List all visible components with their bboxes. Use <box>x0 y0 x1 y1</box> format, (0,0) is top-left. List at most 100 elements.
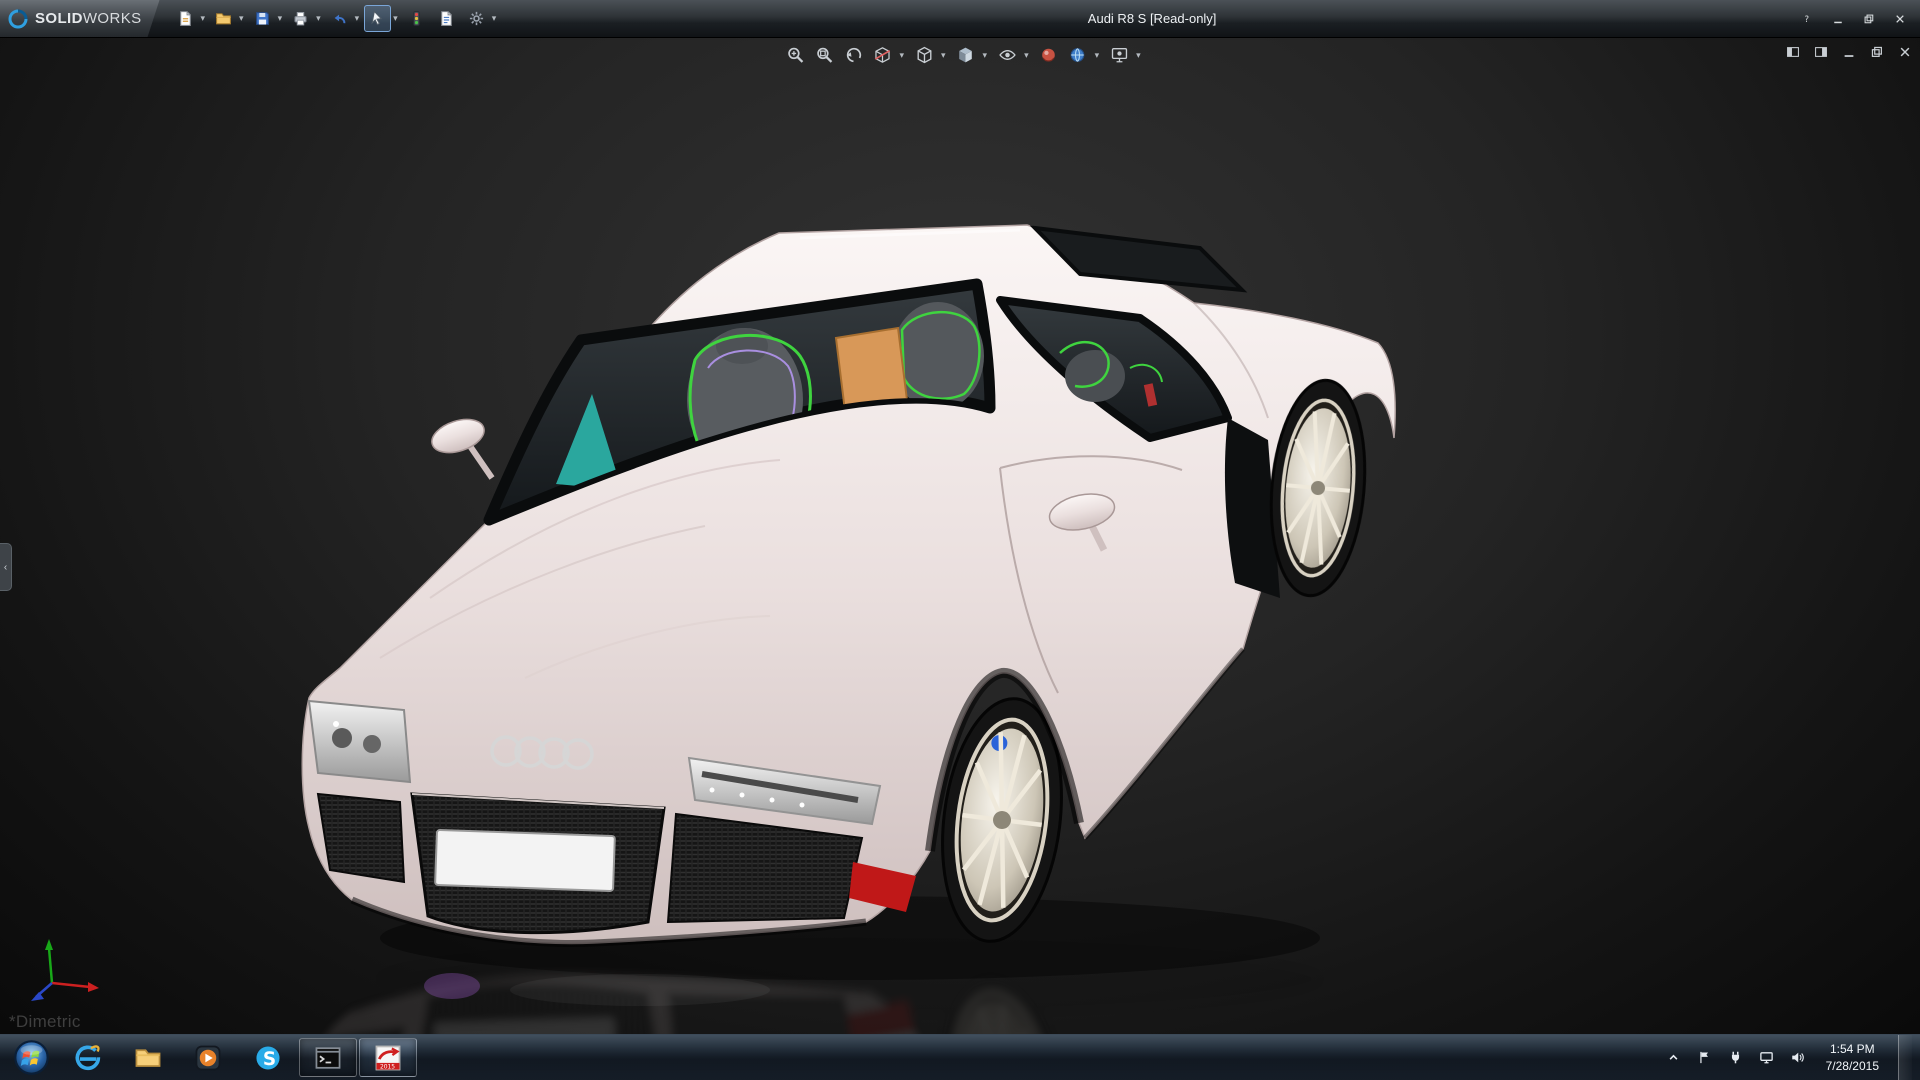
internet-explorer-taskbar-button[interactable] <box>59 1038 117 1077</box>
dassault-3ds-logo <box>8 9 28 29</box>
apply-scene-button[interactable] <box>1067 44 1089 66</box>
minimize-button[interactable] <box>1825 9 1850 28</box>
edit-appearance-button[interactable] <box>1038 44 1060 66</box>
rebuild-button[interactable] <box>403 5 430 32</box>
view-orientation-dropdown-caret[interactable]: ▾ <box>941 51 946 60</box>
network-icon <box>1759 1050 1774 1065</box>
section-view-button[interactable] <box>871 44 893 66</box>
titlebar: SOLIDWORKS ▾ ▾ ▾ ▾ ▾ ▾ ▾ Audi R8 S [Read-only]… <box>0 0 1920 38</box>
chevron-up-icon <box>1666 1050 1681 1065</box>
brand: SOLIDWORKS <box>0 0 160 37</box>
reflection-purple-blob <box>424 973 480 999</box>
skype-icon: S <box>254 1044 282 1072</box>
taskbar-clock[interactable]: 1:54 PM 7/28/2015 <box>1820 1041 1885 1073</box>
left-mirror <box>428 413 492 478</box>
hide-show-items-dropdown-caret[interactable]: ▾ <box>1024 51 1029 60</box>
pane-right-icon <box>1814 45 1828 59</box>
main-toolbar: ▾ ▾ ▾ ▾ ▾ ▾ ▾ <box>160 5 511 32</box>
new-document-dropdown-caret[interactable]: ▾ <box>201 14 206 23</box>
car-model <box>302 225 1395 980</box>
network-tray-button[interactable] <box>1758 1047 1776 1069</box>
cmd-icon <box>314 1044 342 1072</box>
left-headlight <box>309 701 410 782</box>
view-orientation-button[interactable] <box>913 44 935 66</box>
save-button[interactable] <box>249 5 276 32</box>
open-dropdown-caret[interactable]: ▾ <box>239 14 244 23</box>
hide-show-items-button[interactable] <box>996 44 1018 66</box>
open-button[interactable] <box>210 5 237 32</box>
doc-restore-button[interactable] <box>1868 43 1886 61</box>
previous-view-button[interactable] <box>842 44 864 66</box>
svg-text:S: S <box>263 1048 276 1069</box>
options-button[interactable] <box>463 5 490 32</box>
skype-taskbar-button[interactable]: S <box>239 1038 297 1077</box>
flag-icon <box>1697 1050 1712 1065</box>
display-style-button[interactable] <box>955 44 977 66</box>
doc-pane-right-button[interactable] <box>1812 43 1830 61</box>
start-taskbar-button[interactable] <box>5 1038 57 1077</box>
new-document-button[interactable] <box>172 5 199 32</box>
apply-scene-dropdown-caret[interactable]: ▾ <box>1095 51 1100 60</box>
media-icon <box>194 1044 222 1072</box>
clock-time: 1:54 PM <box>1826 1041 1879 1057</box>
win-restore-icon <box>1863 13 1875 25</box>
graphics-viewport: ▾▾▾▾▾▾ ‹ *Dimetric <box>0 38 1920 1034</box>
display-style-dropdown-caret[interactable]: ▾ <box>983 51 988 60</box>
doc-minimize-button[interactable] <box>1840 43 1858 61</box>
brand-text-light: WORKS <box>83 10 142 27</box>
view-settings-button[interactable] <box>1108 44 1130 66</box>
undo-dropdown-caret[interactable]: ▾ <box>355 14 360 23</box>
new-document-icon <box>177 10 194 27</box>
show-hidden-icons-tray-button[interactable] <box>1665 1047 1683 1069</box>
print-button[interactable] <box>287 5 314 32</box>
license-plate <box>435 830 615 891</box>
doc-window-controls <box>1784 43 1914 61</box>
zoom-fit-icon <box>786 46 804 64</box>
solidworks-2015-taskbar-button[interactable]: 2015 <box>359 1038 417 1077</box>
taskbar-tray: 1:54 PM 7/28/2015 <box>1665 1035 1920 1080</box>
viewport-canvas[interactable] <box>0 38 1920 1034</box>
taskbar-apps: S 2015 <box>0 1035 418 1080</box>
zoom-to-fit-button[interactable] <box>784 44 806 66</box>
view-settings-dropdown-caret[interactable]: ▾ <box>1136 51 1141 60</box>
left-intake <box>318 794 404 882</box>
help-button[interactable]: ? <box>1794 9 1819 28</box>
file-properties-button[interactable] <box>433 5 460 32</box>
solidworks-icon: 2015 <box>374 1044 402 1072</box>
section-view-dropdown-caret[interactable]: ▾ <box>899 51 904 60</box>
featuremanager-flyout-handle[interactable]: ‹ <box>0 543 12 591</box>
zoom-to-area-button[interactable] <box>813 44 835 66</box>
headsup-toolbar: ▾ ▾ ▾ ▾ ▾ ▾ <box>784 44 1142 66</box>
options-gear-icon <box>468 10 485 27</box>
clock-date: 7/28/2015 <box>1826 1058 1879 1074</box>
ie-icon <box>74 1044 102 1072</box>
show-desktop-button[interactable] <box>1898 1035 1912 1080</box>
options-dropdown-caret[interactable]: ▾ <box>492 14 497 23</box>
doc-pane-left-button[interactable] <box>1784 43 1802 61</box>
taskbar-tray-icons <box>1665 1047 1807 1069</box>
restore-button[interactable] <box>1856 9 1881 28</box>
command-window-taskbar-button[interactable] <box>299 1038 357 1077</box>
svg-text:2015: 2015 <box>380 1063 395 1070</box>
undo-button[interactable] <box>326 5 353 32</box>
folder-icon <box>134 1044 162 1072</box>
action-center-tray-button[interactable] <box>1696 1047 1714 1069</box>
undo-icon <box>331 10 348 27</box>
eye-icon <box>998 46 1016 64</box>
print-dropdown-caret[interactable]: ▾ <box>316 14 321 23</box>
save-dropdown-caret[interactable]: ▾ <box>278 14 283 23</box>
volume-tray-button[interactable] <box>1789 1047 1807 1069</box>
open-folder-icon <box>215 10 232 27</box>
file-explorer-taskbar-button[interactable] <box>119 1038 177 1077</box>
close-button[interactable] <box>1887 9 1912 28</box>
select-dropdown-caret[interactable]: ▾ <box>393 14 398 23</box>
zoom-area-icon <box>815 46 833 64</box>
doc-close-button[interactable] <box>1896 43 1914 61</box>
power-tray-button[interactable] <box>1727 1047 1745 1069</box>
win-close-icon <box>1894 13 1906 25</box>
select-button[interactable] <box>364 5 391 32</box>
brand-text: SOLIDWORKS <box>35 10 142 28</box>
media-player-taskbar-button[interactable] <box>179 1038 237 1077</box>
window-title: Audi R8 S [Read-only] <box>510 11 1794 26</box>
print-icon <box>292 10 309 27</box>
